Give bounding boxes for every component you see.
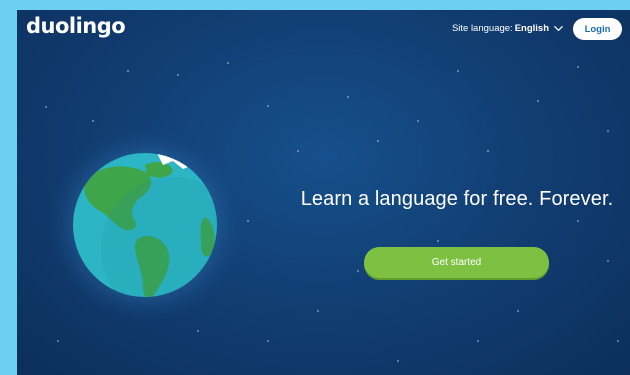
star <box>607 260 609 262</box>
star <box>127 70 129 72</box>
star <box>45 106 47 108</box>
star <box>227 62 229 64</box>
star <box>377 140 379 142</box>
star <box>457 70 459 72</box>
star <box>317 310 319 312</box>
star <box>357 270 359 272</box>
page-frame: duolingo Site language: English Login Le… <box>17 10 630 375</box>
star <box>397 360 399 362</box>
star <box>267 105 269 107</box>
star <box>417 120 419 122</box>
star <box>347 96 349 98</box>
star <box>247 220 249 222</box>
duolingo-logo[interactable]: duolingo <box>26 14 126 38</box>
hero: Learn a language for free. Forever. <box>287 188 627 211</box>
star <box>517 310 519 312</box>
star <box>577 220 579 222</box>
star <box>177 74 179 76</box>
star <box>617 340 619 342</box>
star <box>607 130 609 132</box>
star <box>437 240 439 242</box>
site-language-label: Site language: <box>451 23 513 34</box>
top-bar: duolingo Site language: English Login <box>17 10 630 48</box>
get-started-button[interactable]: Get started <box>364 247 549 278</box>
hero-title: Learn a language for free. Forever. <box>300 188 614 210</box>
globe-icon <box>47 127 243 323</box>
star <box>537 100 539 102</box>
star <box>197 330 199 332</box>
star <box>297 150 299 152</box>
star <box>57 340 59 342</box>
star <box>487 150 489 152</box>
chevron-down-icon <box>554 26 563 31</box>
globe-illustration <box>45 125 245 325</box>
star <box>577 66 579 68</box>
site-language-value: English <box>514 23 549 34</box>
star <box>267 340 269 342</box>
star <box>477 340 479 342</box>
login-button[interactable]: Login <box>573 18 622 40</box>
site-language-selector[interactable]: Site language: English <box>452 23 564 34</box>
star <box>92 120 94 122</box>
